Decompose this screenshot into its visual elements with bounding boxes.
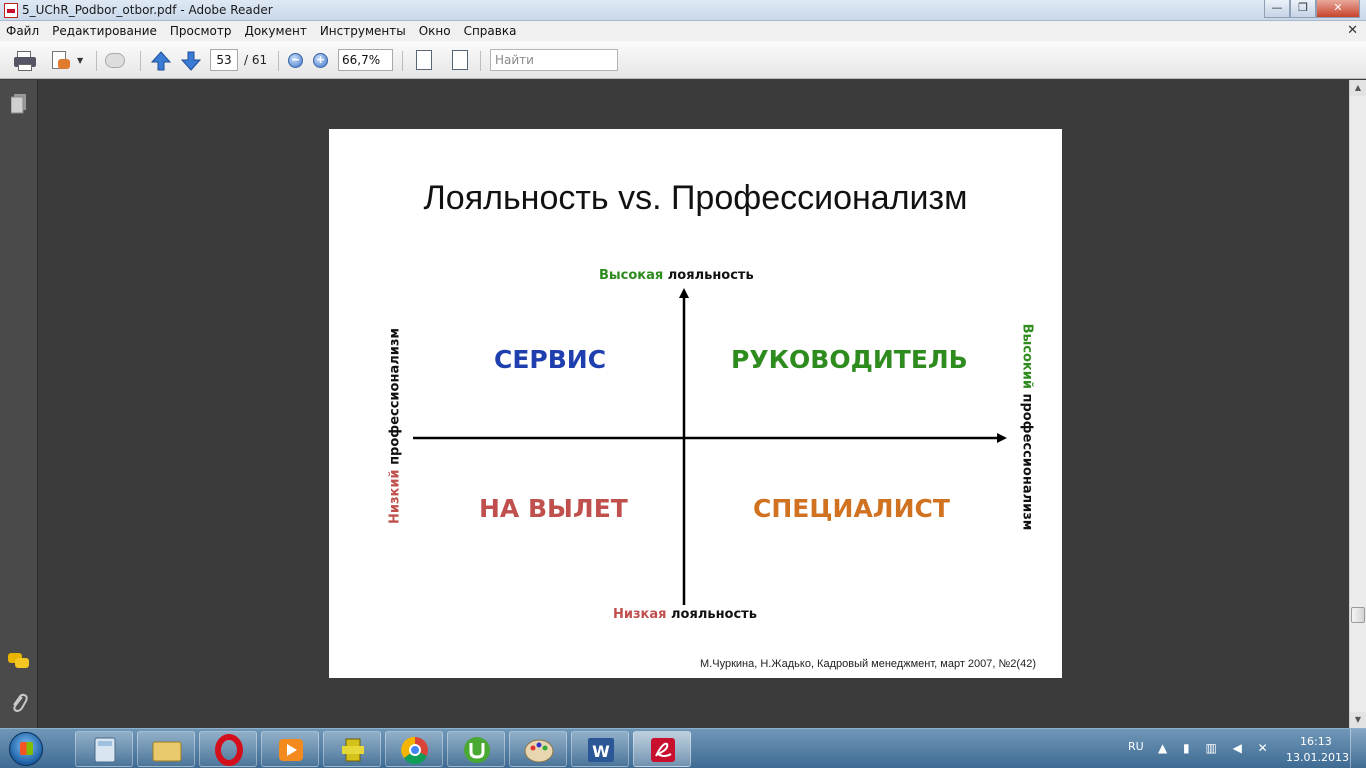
pdf-app-icon <box>4 3 18 18</box>
page-number-input[interactable]: 53 <box>210 49 238 71</box>
taskbar-utorrent[interactable] <box>447 731 505 767</box>
bottom-axis-label-rest: лояльность <box>666 607 757 622</box>
toolbar-divider <box>140 51 141 71</box>
scroll-down-icon[interactable]: ▼ <box>1350 712 1366 728</box>
start-button[interactable] <box>4 730 50 768</box>
clock-date[interactable]: 13.01.2013 <box>1286 751 1349 764</box>
top-axis-label-rest: лояльность <box>663 268 754 283</box>
left-axis-label-colored: Низкий <box>387 469 403 525</box>
utorrent-icon <box>464 737 490 763</box>
toolbar-divider <box>402 51 403 71</box>
taskbar-media-player[interactable] <box>261 731 319 767</box>
paint-icon <box>524 739 554 763</box>
window-title: 5_UChR_Podbor_otbor.pdf - Adobe Reader <box>22 3 273 17</box>
toolbar-divider <box>96 51 97 71</box>
fit-width-button[interactable] <box>414 49 434 71</box>
bottom-axis-label: Низкая лояльность <box>613 607 757 622</box>
title-bar: 5_UChR_Podbor_otbor.pdf - Adobe Reader —… <box>0 0 1366 21</box>
notification-area[interactable]: ▲ ▮ ▥ ◀ ✕ <box>1158 741 1274 755</box>
menu-bar: Файл Редактирование Просмотр Документ Ин… <box>0 21 1366 41</box>
comment-icon <box>105 53 125 68</box>
zoom-in-button[interactable]: + <box>313 53 328 68</box>
vertical-scrollbar[interactable]: ▲ ▼ <box>1349 80 1366 728</box>
comments-icon[interactable] <box>8 653 30 671</box>
chevron-down-icon[interactable]: ▼ <box>77 56 83 65</box>
quadrant-service: СЕРВИС <box>494 345 607 374</box>
right-axis-label-rest: профессионализм <box>1019 388 1035 531</box>
left-axis-label-rest: профессионализм <box>387 327 403 470</box>
fit-page-icon <box>452 50 468 70</box>
calculator-icon <box>94 737 116 763</box>
media-player-icon <box>279 739 303 761</box>
next-page-button[interactable] <box>180 50 202 72</box>
window-controls: — ❐ ✕ <box>1264 0 1360 19</box>
document-close-icon[interactable]: ✕ <box>1347 23 1358 38</box>
quadrant-specialist: СПЕЦИАЛИСТ <box>753 494 950 523</box>
navigation-panel <box>0 80 38 728</box>
left-axis-label: Низкий профессионализм <box>385 321 405 531</box>
language-indicator[interactable]: RU <box>1128 740 1144 753</box>
taskbar-word[interactable]: W <box>571 731 629 767</box>
menu-document[interactable]: Документ <box>244 24 306 38</box>
right-axis-label-colored: Высокий <box>1019 323 1035 389</box>
svg-text:W: W <box>592 742 610 761</box>
chrome-icon <box>401 736 428 765</box>
pdf-page: Лояльность vs. Профессионализм Высокая л… <box>329 129 1062 678</box>
adobe-reader-icon <box>651 738 675 762</box>
toolbar-divider <box>278 51 279 71</box>
pages-icon[interactable] <box>11 94 27 114</box>
attachment-icon[interactable] <box>10 692 28 716</box>
zoom-out-button[interactable]: − <box>288 53 303 68</box>
menu-file[interactable]: Файл <box>6 24 39 38</box>
show-desktop-button[interactable] <box>1350 729 1366 768</box>
file-manager-icon <box>152 741 182 762</box>
restore-button[interactable]: ❐ <box>1290 0 1316 18</box>
fit-page-button[interactable] <box>450 49 470 71</box>
minimize-button[interactable]: — <box>1264 0 1290 18</box>
taskbar-file-manager[interactable] <box>137 731 195 767</box>
menu-view[interactable]: Просмотр <box>170 24 232 38</box>
toolbar: ▼ − + ▼ ▼ <box>0 41 1366 79</box>
vertical-axis-arrow <box>679 288 689 298</box>
quadrant-out: НА ВЫЛЕТ <box>479 494 628 523</box>
top-axis-label-colored: Высокая <box>599 268 664 283</box>
menu-window[interactable]: Окно <box>419 24 451 38</box>
top-axis-label: Высокая лояльность <box>599 268 754 283</box>
zoom-level-input[interactable]: 66,7% <box>338 49 393 71</box>
slide-title: Лояльность vs. Профессионализм <box>423 179 968 217</box>
clock-time[interactable]: 16:13 <box>1300 735 1332 748</box>
menu-tools[interactable]: Инструменты <box>320 24 406 38</box>
taskbar-chrome[interactable] <box>385 731 443 767</box>
word-icon: W <box>588 738 614 762</box>
page-total: / 61 <box>244 53 268 67</box>
taskbar: W RU ▲ ▮ ▥ ◀ ✕ 16:13 13.01.2013 <box>0 728 1366 768</box>
citation: М.Чуркина, Н.Жадько, Кадровый менеджмент… <box>700 658 1036 670</box>
taskbar-opera[interactable] <box>199 731 257 767</box>
opera-icon <box>215 734 243 766</box>
menu-help[interactable]: Справка <box>464 24 517 38</box>
menu-edit[interactable]: Редактирование <box>52 24 157 38</box>
taskbar-game[interactable] <box>323 731 381 767</box>
horizontal-axis-arrow <box>997 433 1007 443</box>
taskbar-adobe-reader[interactable] <box>633 731 691 767</box>
previous-page-button[interactable] <box>150 50 172 72</box>
game-icon <box>342 738 364 762</box>
search-input[interactable]: Найти <box>490 49 618 71</box>
toolbar-divider <box>480 51 481 71</box>
comment-button[interactable] <box>104 50 126 72</box>
fit-width-icon <box>416 50 432 70</box>
windows-logo-icon <box>9 732 43 766</box>
scrollbar-thumb[interactable] <box>1351 607 1365 623</box>
taskbar-paint[interactable] <box>509 731 567 767</box>
quadrant-leader: РУКОВОДИТЕЛЬ <box>731 345 968 374</box>
right-axis-label: Высокий профессионализм <box>1017 315 1037 539</box>
close-button[interactable]: ✕ <box>1316 0 1360 18</box>
scroll-up-icon[interactable]: ▲ <box>1350 80 1366 96</box>
create-pdf-button[interactable] <box>50 50 72 72</box>
print-button[interactable] <box>14 50 36 72</box>
bottom-axis-label-colored: Низкая <box>613 607 667 622</box>
taskbar-calculator[interactable] <box>75 731 133 767</box>
